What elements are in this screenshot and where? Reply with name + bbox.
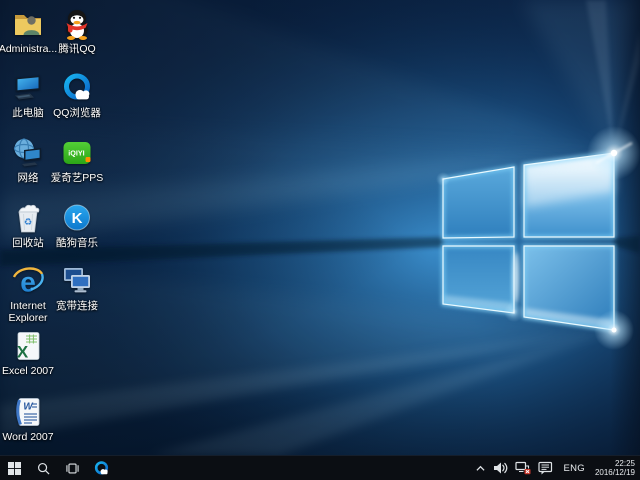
- ie-icon: e: [11, 264, 45, 298]
- word-icon: W: [11, 395, 45, 429]
- clock-time: 22:25: [595, 459, 635, 468]
- desktop-icon-internet-explorer[interactable]: e Internet Explorer: [0, 264, 56, 324]
- taskbar-left: [0, 456, 116, 480]
- search-icon: [37, 462, 50, 475]
- icon-label: QQ浏览器: [53, 107, 101, 119]
- icon-label: Excel 2007: [2, 365, 54, 377]
- icon-label: 腾讯QQ: [58, 43, 95, 55]
- network-status-button[interactable]: [513, 456, 533, 480]
- desktop-icon-word-2007[interactable]: W Word 2007: [0, 395, 56, 443]
- speaker-icon: [493, 461, 508, 475]
- search-button[interactable]: [29, 456, 58, 480]
- task-view-button[interactable]: [58, 456, 87, 480]
- desktop-icon-qq-browser[interactable]: QQ浏览器: [49, 71, 105, 119]
- desktop-icon-recycle-bin[interactable]: ♻ 回收站: [0, 201, 56, 249]
- recycle-symbol: ♻: [24, 217, 33, 228]
- system-tray: ENG 22:25 2016/12/19: [473, 456, 640, 480]
- icon-label: 此电脑: [12, 107, 44, 119]
- clock[interactable]: 22:25 2016/12/19: [593, 456, 637, 480]
- dual-monitors-icon: [60, 264, 94, 298]
- action-center-button[interactable]: [536, 456, 555, 480]
- user-folder-icon: [11, 7, 45, 41]
- network-globe-icon: [11, 136, 45, 170]
- excel-icon: X: [11, 329, 45, 363]
- taskbar-qq-browser-button[interactable]: [87, 456, 116, 480]
- kugou-icon: K: [60, 201, 94, 235]
- computer-icon: [11, 71, 45, 105]
- network-disconnected-icon: [515, 461, 531, 475]
- icon-label: 网络: [18, 172, 39, 184]
- desktop-icon-iqiyi-pps[interactable]: iQIYI 爱奇艺PPS: [49, 136, 105, 184]
- icon-label: 爱奇艺PPS: [51, 172, 104, 184]
- desktop-icon-this-pc[interactable]: 此电脑: [0, 71, 56, 119]
- show-hidden-icons-button[interactable]: [473, 456, 488, 480]
- icon-label: Word 2007: [2, 431, 53, 443]
- windows-desktop: Administra... 腾讯QQ 此电脑: [0, 0, 640, 480]
- desktop-icon-network[interactable]: 网络: [0, 136, 56, 184]
- clock-date: 2016/12/19: [595, 468, 635, 477]
- qq-browser-icon: [60, 71, 94, 105]
- recycle-bin-icon: ♻: [11, 201, 45, 235]
- chevron-up-icon: [475, 464, 486, 473]
- iqiyi-icon: iQIYI: [60, 136, 94, 170]
- language-indicator[interactable]: ENG: [558, 456, 590, 480]
- kugou-logo-text: K: [72, 210, 83, 227]
- desktop-icon-tencent-qq[interactable]: 腾讯QQ: [49, 7, 105, 55]
- icon-label: Internet Explorer: [0, 300, 56, 324]
- desktop-icon-administrator[interactable]: Administra...: [0, 7, 56, 55]
- qq-penguin-icon: [60, 7, 94, 41]
- qq-browser-icon: [93, 460, 110, 477]
- icon-label: 宽带连接: [56, 300, 98, 312]
- desktop-icon-broadband[interactable]: 宽带连接: [49, 264, 105, 312]
- icon-label: 酷狗音乐: [56, 237, 98, 249]
- taskbar: ENG 22:25 2016/12/19: [0, 455, 640, 480]
- action-center-icon: [538, 461, 553, 475]
- start-button[interactable]: [0, 456, 29, 480]
- volume-button[interactable]: [491, 456, 510, 480]
- excel-logo-text: X: [17, 343, 29, 362]
- desktop-icon-excel-2007[interactable]: X Excel 2007: [0, 329, 56, 377]
- task-view-icon: [66, 462, 79, 475]
- ie-logo-text: e: [20, 267, 36, 298]
- iqiyi-logo-text: iQIYI: [68, 149, 84, 158]
- desktop-icon-kugou-music[interactable]: K 酷狗音乐: [49, 201, 105, 249]
- icon-label: 回收站: [12, 237, 44, 249]
- windows-start-icon: [8, 462, 21, 475]
